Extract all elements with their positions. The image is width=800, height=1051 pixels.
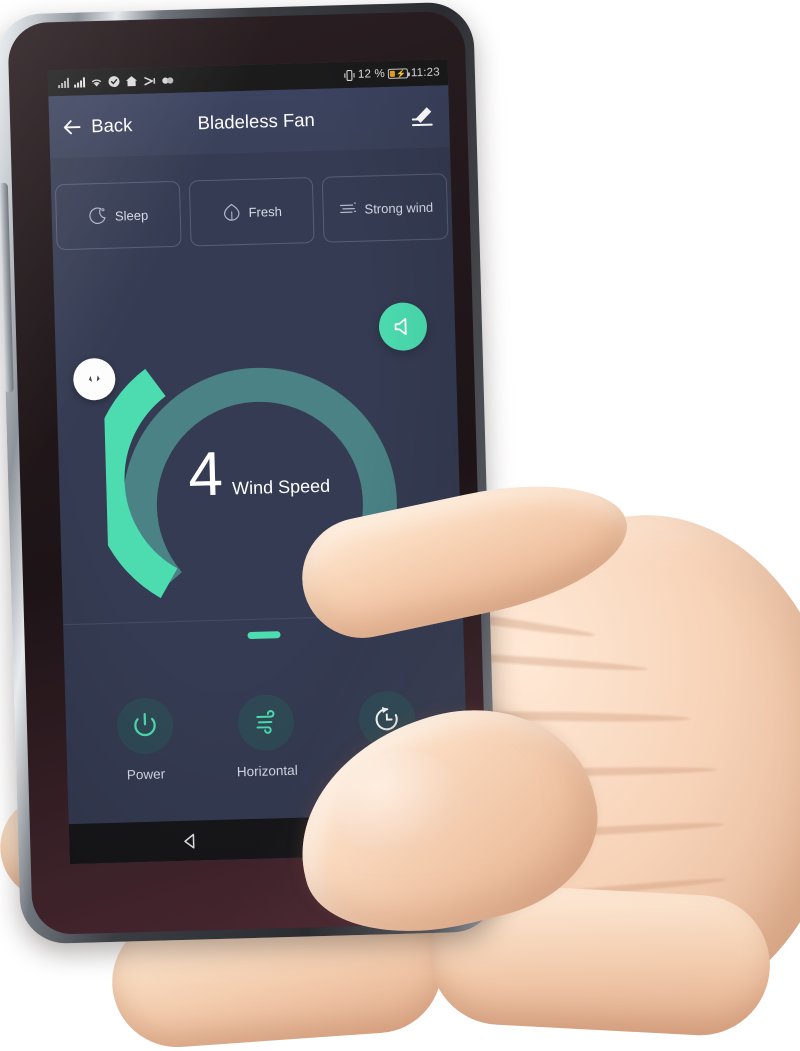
index-finger bbox=[291, 463, 639, 649]
hand-front-layer bbox=[0, 0, 800, 998]
product-photo-scene: 12 % ⚡ 11:23 Back Bladeless Fan Sleep Fr… bbox=[0, 0, 800, 1051]
